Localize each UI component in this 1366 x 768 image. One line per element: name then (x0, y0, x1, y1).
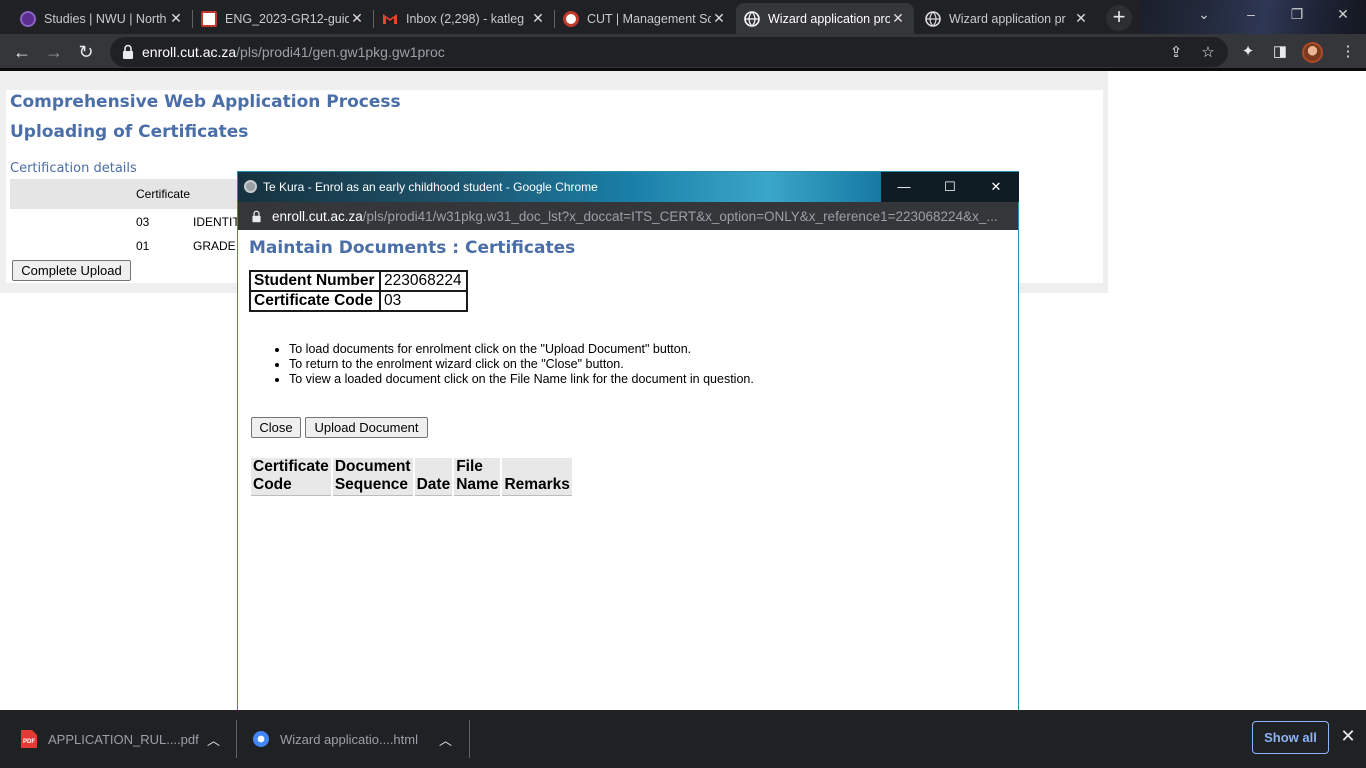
close-icon[interactable]: ✕ (168, 10, 184, 27)
table-row: Certificate Code 03 (249, 290, 468, 312)
tab-title: Studies | NWU | North (44, 11, 167, 26)
download-filename: APPLICATION_RUL....pdf (48, 731, 199, 747)
tab-title: Inbox (2,298) - katleg (406, 11, 525, 26)
table-header-row: Certificate Code Document Sequence Date Fi… (251, 458, 572, 496)
close-icon[interactable]: ✕ (890, 10, 906, 27)
popup-heading: Maintain Documents : Certificates (249, 238, 576, 258)
tab-eng-guide[interactable]: ENG_2023-GR12-guid ✕ (193, 3, 373, 34)
student-number-value: 223068224 (379, 270, 468, 292)
close-icon[interactable]: ✕ (1073, 10, 1089, 27)
certificate-table-header: Certificate (10, 179, 240, 209)
column-header-date: Date (414, 458, 453, 496)
tab-nwu[interactable]: Studies | NWU | North ✕ (12, 3, 192, 34)
back-icon[interactable]: ← (10, 40, 34, 64)
download-bar: PDF APPLICATION_RUL....pdf ︿ Wizard appl… (0, 710, 1366, 768)
column-header-remarks: Remarks (502, 458, 572, 496)
popup-window: Te Kura - Enrol as an early childhood st… (237, 171, 1019, 735)
url-text: enroll.cut.ac.za/pls/prodi41/gen.gw1pkg.… (142, 44, 445, 60)
popup-url-text: enroll.cut.ac.za/pls/prodi41/w31pkg.w31_… (272, 209, 998, 224)
page-title: Comprehensive Web Application Process (10, 92, 401, 112)
list-item: To return to the enrolment wizard click … (289, 357, 754, 372)
popup-title: Te Kura - Enrol as an early childhood st… (263, 180, 598, 194)
close-icon[interactable]: ✕ (530, 10, 546, 27)
close-icon[interactable]: ✕ (711, 10, 727, 27)
minimize-icon[interactable]: — (881, 172, 927, 202)
page-subtitle: Uploading of Certificates (10, 122, 249, 142)
side-panel-icon[interactable]: ◨ (1270, 43, 1290, 63)
tab-gmail[interactable]: Inbox (2,298) - katleg ✕ (374, 3, 554, 34)
documents-table: Certificate Code Document Sequence Date Fi… (249, 458, 574, 496)
close-window-icon[interactable]: ✕ (1329, 6, 1357, 23)
forward-icon[interactable]: → (42, 40, 66, 64)
download-item-pdf[interactable]: PDF APPLICATION_RUL....pdf ︿ (20, 710, 230, 768)
globe-icon (244, 180, 257, 193)
close-icon[interactable]: ✕ (1338, 726, 1358, 746)
globe-icon (744, 10, 760, 27)
student-number-label: Student Number (249, 270, 381, 292)
complete-upload-button[interactable]: Complete Upload (12, 260, 131, 281)
tab-title: Wizard application pro (768, 11, 890, 26)
column-header-file-name: File Name (454, 458, 501, 496)
minimize-icon[interactable]: – (1237, 6, 1265, 22)
download-filename: Wizard applicatio....html (280, 731, 418, 747)
doc-icon (201, 10, 217, 27)
share-icon[interactable]: ⇪ (1166, 43, 1186, 63)
maximize-icon[interactable]: ☐ (927, 172, 973, 202)
table-row: Student Number 223068224 (249, 270, 468, 292)
certificate-name: GRADE (193, 239, 236, 253)
popup-titlebar[interactable]: Te Kura - Enrol as an early childhood st… (238, 172, 1019, 202)
student-info-table: Student Number 223068224 Certificate Cod… (249, 270, 468, 312)
cut-icon (563, 10, 579, 27)
avatar[interactable] (1302, 42, 1323, 63)
certificate-code-label: Certificate Code (249, 290, 381, 312)
tab-wizard-active[interactable]: Wizard application pro ✕ (736, 3, 914, 34)
star-icon[interactable]: ☆ (1198, 43, 1218, 63)
show-all-button[interactable]: Show all (1252, 721, 1329, 754)
certificate-code: 03 (136, 215, 150, 229)
new-tab-button[interactable]: + (1106, 5, 1132, 31)
lock-icon (252, 210, 261, 223)
nwu-icon (20, 10, 36, 27)
tab-strip: Studies | NWU | North ✕ ENG_2023-GR12-gu… (0, 0, 1366, 34)
restore-icon[interactable]: ❐ (1283, 6, 1311, 23)
lock-icon (123, 44, 133, 59)
tab-wizard-2[interactable]: Wizard application pr ✕ (917, 3, 1097, 34)
column-header-document-sequence: Document Sequence (332, 458, 413, 496)
extensions-icon[interactable]: ✦ (1238, 43, 1258, 63)
tab-title: Wizard application pr (949, 11, 1066, 26)
download-divider (469, 720, 470, 758)
globe-icon (925, 10, 941, 27)
reload-icon[interactable]: ↻ (74, 40, 98, 64)
popup-content: Maintain Documents : Certificates Studen… (238, 230, 1018, 734)
column-header: Certificate (136, 187, 191, 201)
svg-text:PDF: PDF (23, 739, 35, 745)
close-button[interactable]: Close (251, 417, 301, 438)
certificate-code-value: 03 (379, 290, 468, 312)
upload-document-button[interactable]: Upload Document (305, 417, 428, 438)
list-item: To view a loaded document click on the F… (289, 372, 754, 387)
address-bar[interactable]: enroll.cut.ac.za/pls/prodi41/gen.gw1pkg.… (110, 37, 1228, 67)
download-divider (236, 720, 237, 758)
close-window-icon[interactable]: ✕ (973, 172, 1019, 202)
download-item-html[interactable]: Wizard applicatio....html ︿ (252, 710, 462, 768)
chevron-up-icon[interactable]: ︿ (439, 730, 452, 749)
menu-icon[interactable]: ⋮ (1338, 43, 1358, 63)
gmail-icon (382, 11, 398, 27)
pdf-icon: PDF (21, 730, 37, 748)
certificate-name: IDENTIT (193, 215, 240, 229)
instructions-list: To load documents for enrolment click on… (289, 342, 754, 387)
section-label: Certification details (10, 161, 137, 176)
certificate-code: 01 (136, 239, 150, 253)
browser-toolbar: ← → ↻ enroll.cut.ac.za/pls/prodi41/gen.g… (0, 34, 1366, 70)
tab-title: CUT | Management Sc (587, 11, 711, 26)
tab-search-icon[interactable]: ⌄ (1190, 6, 1218, 23)
tab-title: ENG_2023-GR12-guid (225, 11, 349, 26)
chevron-up-icon[interactable]: ︿ (207, 730, 220, 749)
chrome-icon (253, 731, 269, 747)
tab-cut[interactable]: CUT | Management Sc ✕ (555, 3, 735, 34)
popup-address-bar[interactable]: enroll.cut.ac.za/pls/prodi41/w31pkg.w31_… (238, 202, 1018, 230)
close-icon[interactable]: ✕ (349, 10, 365, 27)
column-header-certificate-code: Certificate Code (251, 458, 331, 496)
list-item: To load documents for enrolment click on… (289, 342, 754, 357)
